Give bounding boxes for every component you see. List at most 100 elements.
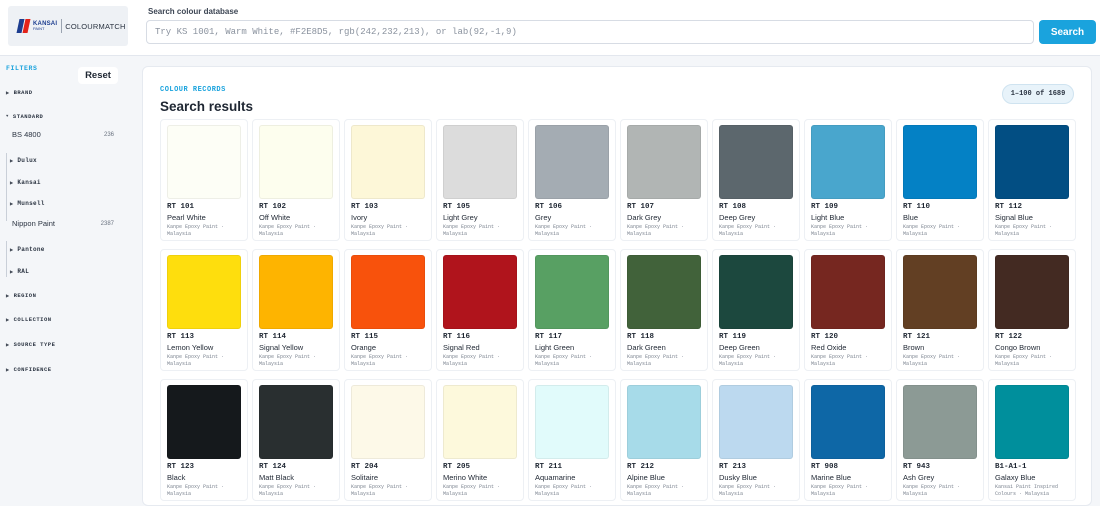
colour-code: RT 121 — [903, 333, 931, 341]
colour-swatch — [351, 385, 425, 459]
caret-right-icon: ▶ — [10, 181, 14, 186]
colour-swatch — [719, 125, 793, 199]
colour-card[interactable]: RT 112 Signal Blue Kanpe Epoxy Paint · Mal… — [988, 119, 1076, 241]
colour-source: Kanpe Epoxy Paint · Malaysia — [443, 354, 501, 367]
filter-pantone-toggle[interactable]: ▶ Pantone — [10, 246, 45, 253]
app-header: KANSAI PAINT COLOURMATCH Search colour d… — [0, 0, 1100, 56]
colour-card[interactable]: RT 109 Light Blue Kanpe Epoxy Paint · Mala… — [804, 119, 892, 241]
colour-name: Ivory — [351, 213, 368, 222]
colour-card[interactable]: RT 120 Red Oxide Kanpe Epoxy Paint · Malay… — [804, 249, 892, 371]
colour-swatch — [443, 385, 517, 459]
colour-name: Black — [167, 473, 186, 482]
colour-card[interactable]: RT 121 Brown Kanpe Epoxy Paint · Malaysia — [896, 249, 984, 371]
colour-card[interactable]: RT 123 Black Kanpe Epoxy Paint · Malaysia — [160, 379, 248, 501]
colour-card[interactable]: RT 118 Dark Green Kanpe Epoxy Paint · Mala… — [620, 249, 708, 371]
colour-card[interactable]: RT 102 Off White Kanpe Epoxy Paint · Malay… — [252, 119, 340, 241]
filter-ral-toggle[interactable]: ▶ RAL — [10, 268, 29, 275]
colour-name: Solitaire — [351, 473, 379, 482]
section-label: COLOUR RECORDS — [160, 86, 226, 94]
colour-swatch — [811, 385, 885, 459]
filter-standard-toggle[interactable]: ▼ STANDARD — [6, 113, 43, 120]
filter-source-type-toggle[interactable]: ▶ SOURCE TYPE — [6, 341, 55, 348]
colour-card[interactable]: RT 211 Aquamarine Kanpe Epoxy Paint · Mala… — [528, 379, 616, 501]
colour-card[interactable]: RT 116 Signal Red Kanpe Epoxy Paint · Mala… — [436, 249, 524, 371]
colour-source: Kanpe Epoxy Paint · Malaysia — [167, 354, 225, 367]
colour-card[interactable]: RT 124 Matt Black Kanpe Epoxy Paint · Mala… — [252, 379, 340, 501]
colour-card[interactable]: RT 117 Light Green Kanpe Epoxy Paint · Mal… — [528, 249, 616, 371]
filter-brand-toggle[interactable]: ▶ BRAND — [6, 89, 33, 96]
colour-code: RT 117 — [535, 333, 563, 341]
colour-card[interactable]: RT 119 Deep Green Kanpe Epoxy Paint · Mala… — [712, 249, 800, 371]
filter-option-bs4800[interactable]: BS 4800 236 — [12, 130, 114, 139]
colour-swatch — [995, 255, 1069, 329]
colour-source: Kanpe Epoxy Paint · Malaysia — [535, 354, 593, 367]
filter-kansai-toggle[interactable]: ▶ Kansai — [10, 179, 41, 186]
colour-card[interactable]: RT 212 Alpine Blue Kanpe Epoxy Paint · Mal… — [620, 379, 708, 501]
colour-name: Signal Blue — [995, 213, 1033, 222]
filter-kansai-label: Kansai — [17, 179, 41, 186]
filter-option-nippon-paint[interactable]: Nippon Paint 2387 — [12, 219, 114, 228]
colour-card[interactable]: RT 105 Light Grey Kanpe Epoxy Paint · Mala… — [436, 119, 524, 241]
colour-card[interactable]: RT 943 Ash Grey Kanpe Epoxy Paint · Malays… — [896, 379, 984, 501]
filter-pantone-label: Pantone — [17, 246, 45, 253]
colour-card[interactable]: RT 205 Merino White Kanpe Epoxy Paint · Ma… — [436, 379, 524, 501]
colour-code: RT 110 — [903, 203, 931, 211]
colour-code: RT 213 — [719, 463, 747, 471]
filter-source-type-label: SOURCE TYPE — [13, 341, 56, 348]
colour-card[interactable]: RT 107 Dark Grey Kanpe Epoxy Paint · Malay… — [620, 119, 708, 241]
colour-card[interactable]: RT 103 Ivory Kanpe Epoxy Paint · Malaysia — [344, 119, 432, 241]
colour-name: Congo Brown — [995, 343, 1041, 352]
filter-collection-label: COLLECTION — [13, 316, 52, 323]
logo-divider — [61, 19, 63, 33]
colour-swatch — [903, 385, 977, 459]
filter-munsell-toggle[interactable]: ▶ Munsell — [10, 200, 45, 207]
colour-card[interactable]: RT 113 Lemon Yellow Kanpe Epoxy Paint · Ma… — [160, 249, 248, 371]
colour-code: RT 108 — [719, 203, 747, 211]
colour-card[interactable]: RT 110 Blue Kanpe Epoxy Paint · Malaysia — [896, 119, 984, 241]
colour-swatch — [903, 255, 977, 329]
colour-card[interactable]: RT 101 Pearl White Kanpe Epoxy Paint · Mal… — [160, 119, 248, 241]
search-label: Search colour database — [148, 7, 239, 16]
filter-confidence-toggle[interactable]: ▶ CONFIDENCE — [6, 366, 52, 373]
colour-card[interactable]: B1-A1-1 Galaxy Blue Kansai Paint Inspired … — [988, 379, 1076, 501]
colour-card[interactable]: RT 106 Grey Kanpe Epoxy Paint · Malaysia — [528, 119, 616, 241]
colour-code: RT 943 — [903, 463, 931, 471]
colour-card[interactable]: RT 204 Solitaire Kanpe Epoxy Paint · Malay… — [344, 379, 432, 501]
filter-dulux-label: Dulux — [17, 157, 37, 164]
colour-name: Grey — [535, 213, 552, 222]
colour-code: RT 114 — [259, 333, 287, 341]
colour-name: Signal Red — [443, 343, 480, 352]
colour-swatch — [259, 385, 333, 459]
search-button[interactable]: Search — [1039, 20, 1096, 44]
colour-name: Brown — [903, 343, 925, 352]
colour-source: Kanpe Epoxy Paint · Malaysia — [995, 354, 1053, 367]
colour-card[interactable]: RT 115 Orange Kanpe Epoxy Paint · Malaysia — [344, 249, 432, 371]
colour-card[interactable]: RT 213 Dusky Blue Kanpe Epoxy Paint · Mala… — [712, 379, 800, 501]
filter-brand-label: BRAND — [13, 89, 33, 96]
colour-code: RT 204 — [351, 463, 379, 471]
sub-group-divider — [6, 153, 7, 221]
colour-swatch — [811, 125, 885, 199]
caret-right-icon: ▶ — [6, 91, 10, 96]
colour-card[interactable]: RT 122 Congo Brown Kanpe Epoxy Paint · Mal… — [988, 249, 1076, 371]
search-input[interactable] — [146, 20, 1034, 44]
colour-card[interactable]: RT 908 Marine Blue Kanpe Epoxy Paint · Mal… — [804, 379, 892, 501]
filter-option-label: BS 4800 — [12, 130, 41, 139]
colour-source: Kanpe Epoxy Paint · Malaysia — [167, 224, 225, 237]
colour-name: Ash Grey — [903, 473, 935, 482]
filter-dulux-toggle[interactable]: ▶ Dulux — [10, 157, 37, 164]
colour-name: Orange — [351, 343, 377, 352]
logo-app-name: COLOURMATCH — [65, 21, 126, 31]
reset-filters-button[interactable]: Reset — [78, 67, 118, 84]
filter-region-toggle[interactable]: ▶ REGION — [6, 292, 36, 299]
filter-collection-toggle[interactable]: ▶ COLLECTION — [6, 316, 52, 323]
colour-swatch — [535, 255, 609, 329]
colour-source: Kanpe Epoxy Paint · Malaysia — [627, 354, 685, 367]
caret-right-icon: ▶ — [10, 159, 14, 164]
caret-right-icon: ▶ — [6, 318, 10, 323]
colour-card[interactable]: RT 114 Signal Yellow Kanpe Epoxy Paint · M… — [252, 249, 340, 371]
colour-source: Kanpe Epoxy Paint · Malaysia — [627, 484, 685, 497]
colour-card[interactable]: RT 108 Deep Grey Kanpe Epoxy Paint · Malay… — [712, 119, 800, 241]
colour-source: Kanpe Epoxy Paint · Malaysia — [351, 484, 409, 497]
kansai-colourmatch-logo[interactable]: KANSAI PAINT COLOURMATCH — [8, 6, 128, 46]
